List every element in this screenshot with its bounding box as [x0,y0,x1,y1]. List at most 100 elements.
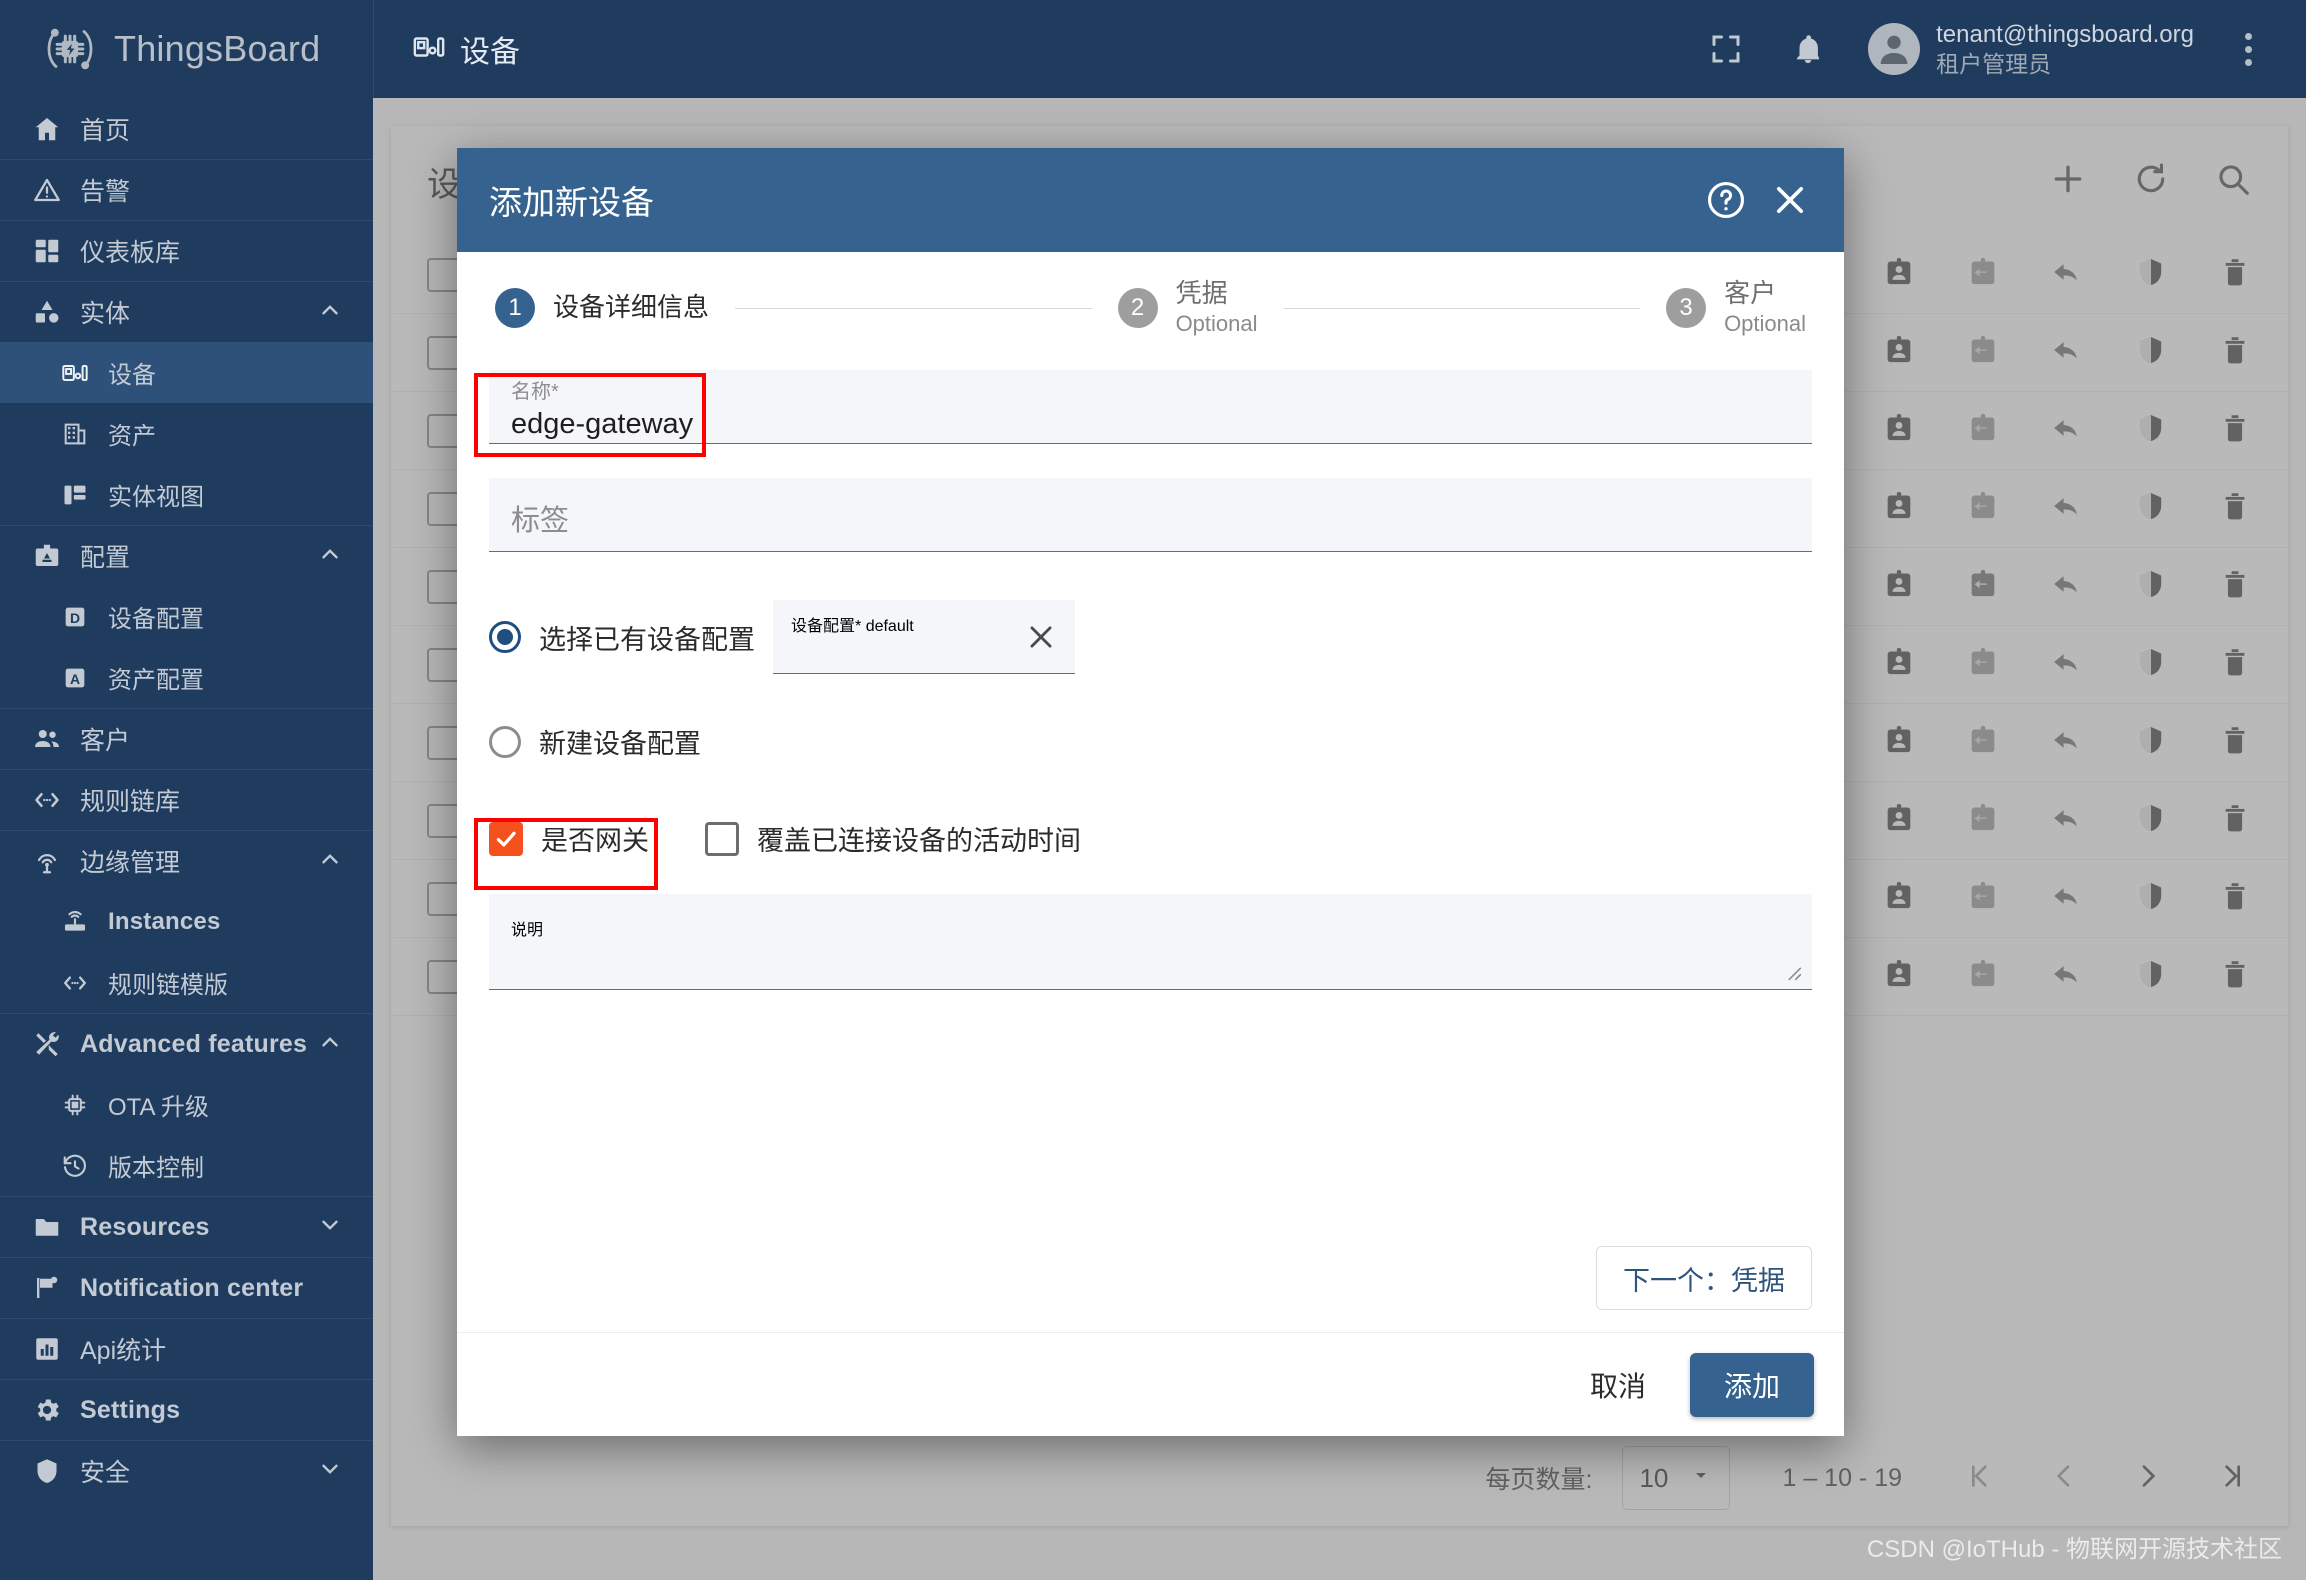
sidebar-item-profiles[interactable]: 配置 [0,525,373,586]
step-label-group: 客户 Optional [1724,278,1806,338]
name-field-value: edge-gateway [511,408,694,440]
device-profile-icon: D [54,603,96,631]
step-connector [1283,307,1641,309]
close-icon[interactable] [1762,172,1818,228]
next-credentials-button[interactable]: 下一个：凭据 [1596,1246,1812,1310]
sidebar-item-device-profiles[interactable]: D 设备配置 [0,586,373,647]
avatar [1868,23,1921,75]
bar-chart-icon [26,1334,68,1364]
sidebar-item-entities[interactable]: 实体 [0,281,373,342]
sidebar-item-devices[interactable]: 设备 [0,342,373,403]
sidebar-item-advanced-features[interactable]: Advanced features [0,1013,373,1074]
cancel-button[interactable]: 取消 [1564,1353,1672,1417]
device-profile-label: 设备配置* [791,618,862,635]
tools-icon [26,1029,68,1059]
entity-view-icon [54,481,96,509]
sidebar-item-assets[interactable]: 资产 [0,403,373,464]
sidebar-item-asset-profiles[interactable]: A 资产配置 [0,647,373,708]
sidebar-item-settings[interactable]: Settings [0,1379,373,1440]
chevron-down-icon [317,1212,343,1243]
profile-mode-existing-row: 选择已有设备配置 设备配置* default [489,600,1812,674]
watermark: CSDN @IoTHub - 物联网开源技术社区 [1866,1536,2282,1563]
sidebar-item-api-usage[interactable]: Api统计 [0,1318,373,1379]
overwrite-activity-checkbox-label: 覆盖已连接设备的活动时间 [757,826,1081,856]
sidebar-item-notification-center[interactable]: Notification center [0,1257,373,1318]
chevron-up-icon [317,1029,343,1060]
sidebar-item-alarms[interactable]: 告警 [0,159,373,220]
profiles-icon [26,541,68,571]
folder-icon [26,1212,68,1242]
sidebar-item-resources[interactable]: Resources [0,1196,373,1257]
sidebar-label-entities: 实体 [80,300,131,328]
topbar-page-label: 设备 [460,36,520,69]
gateway-checkbox-label: 是否网关 [541,826,649,856]
user-role: 租户管理员 [1936,50,2052,77]
device-icon [412,30,446,69]
sidebar-item-rule-chains[interactable]: 规则链库 [0,769,373,830]
sidebar-item-home[interactable]: 首页 [0,98,373,159]
step-credentials[interactable]: 2 凭据 Optional [1117,278,1258,338]
step-device-details[interactable]: 1 设备详细信息 [495,288,709,328]
rule-chain-icon [26,785,68,815]
sidebar-label-ota-updates: OTA 升级 [108,1094,209,1121]
dashboards-icon [26,236,68,266]
step-sublabel: Optional [1724,311,1807,337]
resize-handle-icon[interactable] [1782,961,1804,983]
add-button[interactable]: 添加 [1689,1352,1814,1417]
topbar-page-title: 设备 [374,27,520,71]
overwrite-activity-checkbox[interactable] [705,821,739,856]
profile-mode-new-row: 新建设备配置 [489,722,1812,761]
help-icon[interactable] [1698,172,1754,228]
description-field[interactable]: 说明 [489,894,1812,990]
step-number: 3 [1666,287,1707,328]
sidebar: 首页 告警 仪表板库 实体 设备 资产 实体视图 配置 D 设备配置 A 资产配… [0,98,373,1580]
sidebar-item-dashboards[interactable]: 仪表板库 [0,220,373,281]
next-step-wrapper: 下一个：凭据 [1596,1246,1812,1310]
radio-new-profile-label: 新建设备配置 [539,729,701,759]
step-label-group: 设备详细信息 [553,292,709,323]
name-field-label: 名称* [511,381,559,403]
step-label: 凭据 [1175,278,1228,309]
brand-logo[interactable]: ThingsBoard [0,0,373,98]
sidebar-label-asset-profiles: 资产配置 [108,667,204,694]
sidebar-item-security[interactable]: 安全 [0,1440,373,1501]
sidebar-label-security: 安全 [80,1459,131,1487]
device-icon [54,359,96,387]
checkbox-row: 是否网关 覆盖已连接设备的活动时间 [489,819,1812,858]
radio-new-profile[interactable] [489,725,521,758]
radio-existing-profile[interactable] [489,621,521,653]
sidebar-item-instances[interactable]: Instances [0,891,373,952]
fullscreen-button[interactable] [1698,21,1754,77]
sidebar-label-notification-center: Notification center [80,1273,304,1302]
more-vert-icon[interactable] [2220,21,2276,77]
sidebar-item-customers[interactable]: 客户 [0,708,373,769]
sidebar-item-version-control[interactable]: 版本控制 [0,1135,373,1196]
label-field[interactable]: 标签 [489,478,1812,552]
gateway-checkbox[interactable] [489,821,523,856]
sidebar-item-entity-views[interactable]: 实体视图 [0,464,373,525]
user-menu[interactable]: tenant@thingsboard.org 租户管理员 [1868,20,2194,79]
device-profile-field[interactable]: 设备配置* default [773,600,1075,674]
step-customer[interactable]: 3 客户 Optional [1666,278,1806,338]
alarm-warning-icon [26,175,68,205]
sidebar-label-settings: Settings [80,1395,181,1424]
svg-text:D: D [70,609,80,625]
notifications-bell-icon[interactable] [1780,21,1836,77]
router-icon [54,908,96,936]
chevron-down-icon [317,1456,343,1487]
shield-icon [26,1456,68,1486]
chevron-up-icon [317,846,343,877]
sidebar-item-edge-management[interactable]: 边缘管理 [0,830,373,891]
sidebar-item-ota-updates[interactable]: OTA 升级 [0,1074,373,1135]
sidebar-item-rule-chain-templates[interactable]: 规则链模版 [0,952,373,1013]
more-vert-dots [2244,32,2252,66]
sidebar-label-rule-chains: 规则链库 [80,788,181,816]
sidebar-label-api-usage: Api统计 [80,1337,167,1365]
close-icon[interactable] [1019,615,1063,659]
device-profile-value: default [865,618,914,635]
name-field[interactable]: 名称* edge-gateway [489,370,1812,444]
user-info: tenant@thingsboard.org 租户管理员 [1936,20,2194,79]
sidebar-label-home: 首页 [80,116,131,145]
step-sublabel: Optional [1175,311,1258,337]
description-placeholder: 说明 [511,922,544,939]
